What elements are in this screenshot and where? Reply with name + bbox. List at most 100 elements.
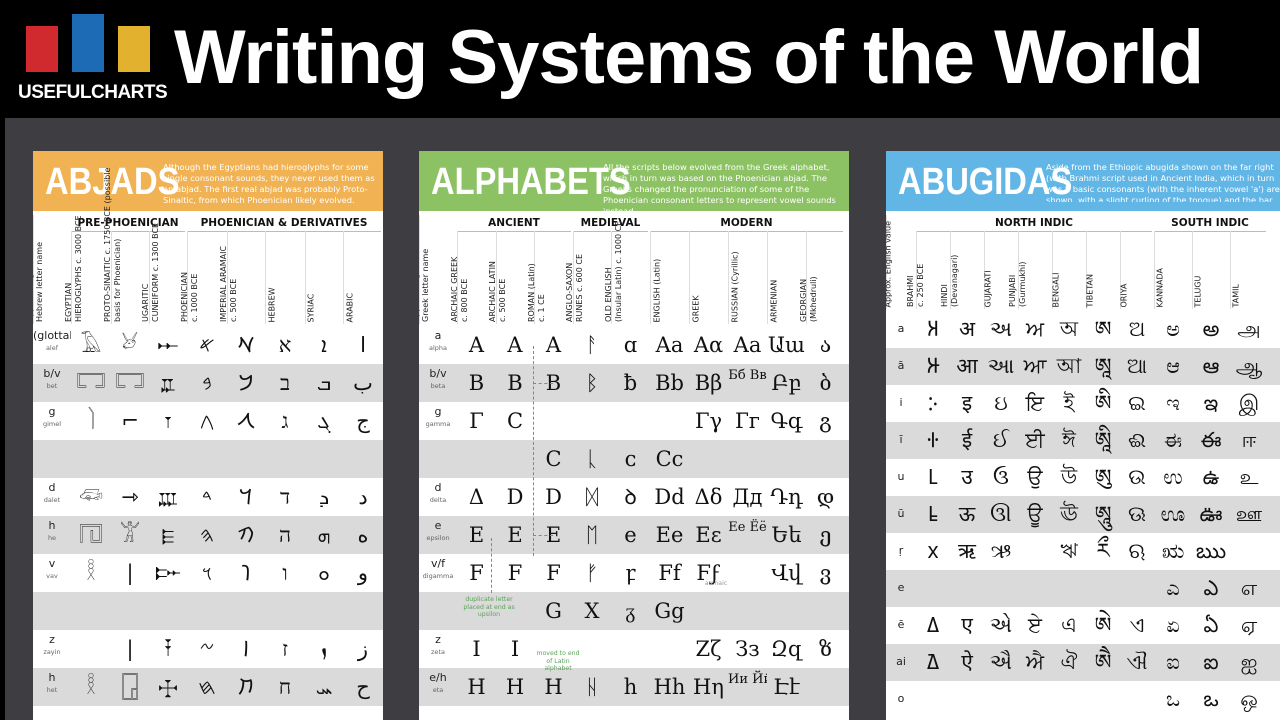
abugidas-glyph-cell: ಎ — [1166, 576, 1180, 600]
alphabets-glyph-cell — [611, 402, 650, 440]
alphabets-glyph-cell: ბ — [819, 371, 832, 395]
abugidas-glyph-cell: ଊ — [1128, 502, 1146, 526]
abjads-glyph-cell: ח — [278, 675, 292, 699]
abugidas-glyph-cell: ई — [961, 428, 973, 452]
alphabets-column-subtitle: (Insular Latin) c. 1000 CE — [613, 220, 622, 322]
alphabets-glyph-cell — [650, 402, 689, 440]
abugidas-column-header: HINDI (Devanagari) — [940, 231, 985, 309]
abugidas-row-value: ai — [896, 655, 906, 668]
alphabets-glyph-cell — [534, 402, 573, 440]
alphabets-glyph-cell: G — [545, 599, 562, 623]
abugidas-column-name: HINDI — [940, 284, 949, 307]
alphabets-glyph-cell: Дд — [732, 485, 763, 509]
abugidas-glyph-cell: ஏ — [1240, 613, 1258, 637]
arrow-dashed-line — [533, 346, 534, 556]
alphabets-row-label: a alpha — [419, 326, 457, 364]
abjads-table-row: h he 𓉔 𓀠 𐎅 𐤄 𐡄 ה ܗ ه — [33, 516, 383, 554]
abjads-glyph-cell — [343, 440, 383, 478]
abugidas-column-title: BENGALI — [1052, 272, 1062, 307]
alphabets-glyph-cell — [806, 592, 845, 630]
abugidas-column-header: KANNADA — [1154, 231, 1193, 309]
alphabets-column-header: ENGLISH (Latin) — [650, 231, 690, 324]
alphabets-row-value: z — [435, 633, 441, 646]
abjads-row-value: z — [49, 633, 55, 646]
alphabets-glyph-cell: ꝺ — [624, 485, 637, 509]
alphabets-glyph-cell: ᚠ — [585, 561, 599, 585]
abjads-glyph-cell: 𓎛 — [86, 561, 96, 585]
abugidas-column-title: PUNJABI (Gurmukhi) — [1008, 262, 1027, 307]
abugidas-glyph-cell: ਊ — [1027, 502, 1043, 526]
alphabets-column-title: Approx. English value +Greek letter name — [419, 226, 430, 322]
abugidas-glyph-cell: ਉ — [1027, 465, 1043, 489]
abugidas-glyph-cell: ઇ — [994, 391, 1008, 415]
abugidas-glyph-cell: આ — [987, 354, 1015, 378]
abjads-glyph-cell: 𓃾 — [121, 333, 139, 357]
abugidas-glyph-cell: ઈ — [992, 428, 1010, 452]
abjads-column-subtitle: basis for Phoenician) — [112, 238, 122, 322]
abugidas-glyph-cell: ஒ — [1240, 687, 1258, 711]
moved-letter-note: moved to end of Latin alphabet — [536, 650, 580, 672]
alphabets-glyph-cell: ზ — [819, 637, 832, 661]
abjads-glyph-cell: ا — [360, 333, 366, 357]
alphabets-glyph-cell: h — [623, 675, 638, 699]
alphabets-glyph-cell: Բբ — [771, 371, 802, 395]
abugidas-column-name: TIBETAN — [1085, 273, 1095, 307]
abugidas-column-subtitle: (Devanagari) — [949, 254, 959, 307]
abjads-group-header: PHOENICIAN & DERIVATIVES — [187, 215, 381, 232]
abugidas-glyph-cell: અ — [989, 317, 1013, 341]
alphabets-glyph-cell: ᚳ — [585, 447, 599, 471]
abugidas-column-name: ORIYA — [1119, 283, 1129, 307]
abjads-glyph-cell — [305, 440, 343, 478]
abjads-table-row: v vav 𓎛 | 𐎆 𐤅 𐡅 ו ܘ و — [33, 554, 383, 592]
abugidas-column-header: BENGALI — [1052, 231, 1087, 309]
alphabets-glyph-cell — [650, 630, 689, 668]
alphabets-glyph-cell: Aa — [733, 333, 762, 357]
abjads-glyph-cell: 𐎅 — [161, 523, 175, 547]
abjads-glyph-cell: 𐡃 — [239, 485, 253, 509]
abugidas-glyph-cell: 𑀐 — [926, 650, 940, 674]
abugidas-glyph-cell: ଏ — [1129, 613, 1145, 637]
abugidas-glyph-cell — [1052, 681, 1086, 718]
abugidas-row-label: ī — [886, 422, 916, 459]
abjads-header: ABJADS Although the Egyptians had hierog… — [33, 151, 383, 211]
abjads-table-row: g gimel 𓌙 ⌐ 𐎂 𐤂 𐡂 ג ܓ ج — [33, 402, 383, 440]
abjads-column-name: ARABIC — [345, 292, 355, 322]
abugidas-column-name: PUNJABI — [1008, 274, 1017, 307]
abugidas-column-title: Approx. English value — [886, 221, 893, 308]
abugidas-glyph-cell — [1018, 533, 1052, 570]
alphabets-panel: ALPHABETS All the scripts below evolved … — [419, 151, 849, 720]
abjads-table-row: z zayin | 𐎇 𐤆 𐡆 ז ܙ ز — [33, 630, 383, 668]
abugidas-glyph-cell: ઐ — [989, 650, 1013, 674]
abugidas-glyph-cell: இ — [1238, 391, 1260, 415]
abjads-row-letter-name: dalet — [43, 496, 61, 504]
alphabets-column-name: GEORGIAN — [798, 278, 808, 322]
abugidas-glyph-cell: ऐ — [961, 650, 973, 674]
abjads-glyph-cell: ب — [353, 371, 373, 395]
abjads-column-name: PROTO-SINAITIC c. 1750 BCE (possible — [103, 167, 112, 322]
alphabets-glyph-cell: X — [584, 599, 600, 623]
alphabets-column-name: OLD ENGLISH — [603, 267, 613, 322]
abugidas-glyph-cell: ଅ — [1128, 317, 1146, 341]
abugidas-table-row: u 𑀉 उ ઉ ਉ উ ཨུ ଉ ಉ ఉ உ — [886, 459, 1280, 496]
abugidas-glyph-cell — [1120, 681, 1154, 718]
abugidas-glyph-cell: 𑀏 — [926, 613, 940, 637]
alphabets-glyph-cell: F — [507, 561, 523, 585]
alphabets-table-row: a alpha A A A ᚨ ɑ Aa Αα Aa Աա ა — [419, 326, 849, 364]
alphabets-row-letter-name: alpha — [428, 344, 448, 352]
abugidas-table-row: ē 𑀏 ए એ ਏ এ ཨེ ଏ ಏ ఏ ஏ — [886, 607, 1280, 644]
abugidas-column-header: TAMIL — [1230, 231, 1269, 309]
abugidas-glyph-cell — [1086, 681, 1120, 718]
abugidas-glyph-cell: ए — [961, 613, 973, 637]
abugidas-glyph-cell — [1086, 570, 1120, 607]
abugidas-column-title: GUJARATI — [984, 270, 994, 307]
abjads-column-header: IMPERIAL ARAMAIC c. 500 BCE — [219, 231, 266, 324]
logo-text: USEFULCHARTS — [18, 82, 168, 103]
alphabets-row-letter-name: eta — [432, 686, 444, 694]
alphabets-column-name: GREEK — [691, 294, 700, 322]
alphabets-column-name: ROMAN (Latin) — [526, 263, 536, 322]
alphabets-glyph-cell: ᚨ — [585, 333, 599, 357]
abjads-glyph-cell — [227, 592, 265, 630]
abugidas-glyph-cell — [984, 570, 1018, 607]
abugidas-glyph-cell: ஆ — [1235, 354, 1263, 378]
abjads-column-name: Approx. English value + — [33, 226, 34, 322]
